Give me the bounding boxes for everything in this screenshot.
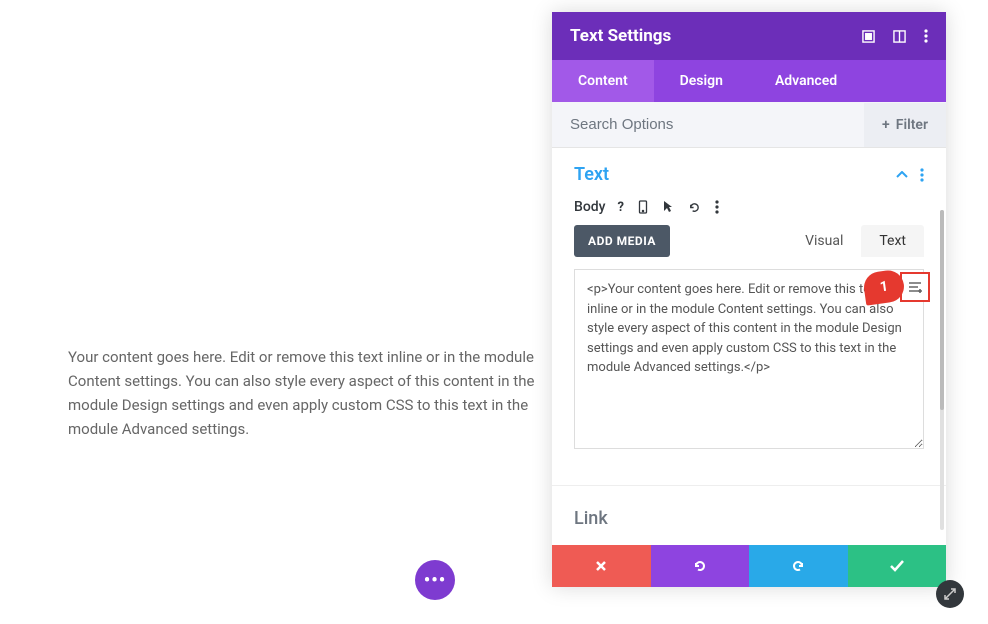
panel-title: Text Settings xyxy=(570,26,671,46)
expand-icon[interactable] xyxy=(862,30,875,43)
body-kebab-icon[interactable] xyxy=(715,200,719,214)
redo-button[interactable] xyxy=(749,545,848,587)
editor-tab-text[interactable]: Text xyxy=(861,225,924,257)
filter-label: Filter xyxy=(896,117,928,133)
annotation-callout: 1 xyxy=(860,271,930,303)
panel-footer xyxy=(552,545,946,587)
body-label: Body xyxy=(574,199,606,215)
body-row: Body ? xyxy=(574,199,924,215)
filter-button[interactable]: + Filter xyxy=(864,103,946,147)
panel-header: Text Settings xyxy=(552,12,946,60)
tab-design[interactable]: Design xyxy=(654,60,749,102)
phone-icon[interactable] xyxy=(638,200,648,214)
dynamic-content-icon[interactable] xyxy=(900,272,930,302)
search-input[interactable] xyxy=(552,102,864,147)
resize-handle[interactable] xyxy=(936,580,964,608)
section-title-text[interactable]: Text xyxy=(574,164,609,185)
editor-area: 1 xyxy=(574,269,924,453)
tab-content[interactable]: Content xyxy=(552,60,654,102)
page-body-text: Your content goes here. Edit or remove t… xyxy=(68,345,548,441)
settings-panel: Text Settings Content Design Advanced + … xyxy=(552,12,946,587)
collapse-icon[interactable] xyxy=(896,171,908,179)
page-settings-fab[interactable]: ••• xyxy=(415,560,455,600)
editor-tabs: Visual Text xyxy=(787,225,924,257)
link-section-title: Link xyxy=(574,508,608,529)
plus-icon: + xyxy=(882,117,890,133)
panel-header-icons xyxy=(862,29,928,43)
panel-tabs: Content Design Advanced xyxy=(552,60,946,102)
save-button[interactable] xyxy=(848,545,947,587)
undo-button[interactable] xyxy=(651,545,750,587)
link-section[interactable]: Link xyxy=(552,485,946,545)
hover-icon[interactable] xyxy=(662,200,674,214)
scrollbar-thumb[interactable] xyxy=(940,210,944,410)
body-option-icons: ? xyxy=(618,200,719,215)
text-section: Text Body ? xyxy=(552,148,946,453)
columns-icon[interactable] xyxy=(893,30,906,43)
close-button[interactable] xyxy=(552,545,651,587)
kebab-menu-icon[interactable] xyxy=(924,29,928,43)
editor-tab-visual[interactable]: Visual xyxy=(787,225,861,257)
section-header-icons xyxy=(896,168,924,182)
section-kebab-icon[interactable] xyxy=(920,168,924,182)
section-header: Text xyxy=(574,164,924,185)
add-media-row: ADD MEDIA Visual Text xyxy=(574,225,924,257)
reset-icon[interactable] xyxy=(688,201,701,214)
search-row: + Filter xyxy=(552,102,946,148)
add-media-button[interactable]: ADD MEDIA xyxy=(574,225,670,257)
scrollbar[interactable] xyxy=(940,210,944,530)
help-icon[interactable]: ? xyxy=(618,200,624,215)
tab-advanced[interactable]: Advanced xyxy=(749,60,863,102)
